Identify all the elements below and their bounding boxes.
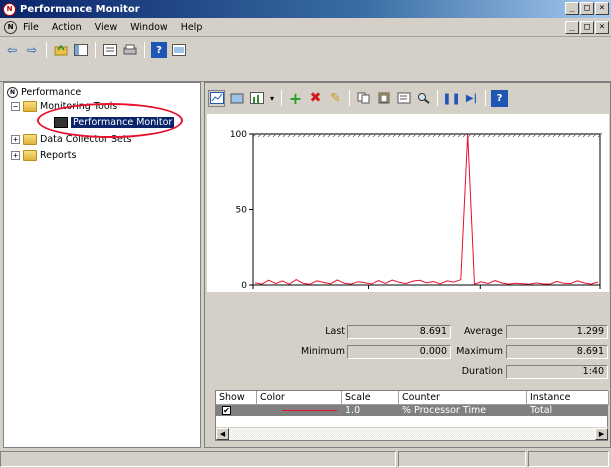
toolbar-separator	[46, 42, 47, 58]
folder-icon	[23, 150, 37, 161]
delete-counter-icon[interactable]: ✖	[307, 90, 324, 107]
tree-item-performance[interactable]: N Performance	[7, 86, 81, 99]
highlight-ellipse	[37, 103, 183, 138]
menu-window[interactable]: Window	[130, 22, 167, 33]
mdi-restore-button[interactable]: □	[580, 21, 594, 34]
toolbar-separator	[281, 90, 282, 106]
toolbar-separator	[485, 90, 486, 106]
print-icon[interactable]	[122, 42, 138, 58]
average-label: Average	[463, 326, 503, 337]
graph-svg: 1005002:59:29 PM3:00:00 PM2:58:50 PM2:59…	[230, 130, 603, 291]
tree-item-reports[interactable]: + Reports	[11, 149, 76, 162]
minimum-value: 0.000	[347, 345, 451, 359]
expand-toggle[interactable]: +	[11, 151, 20, 160]
monitor-pane: ▾ + ✖ ✎ ❚❚ ▶| ? 1005002:59:29 PM3:00:00 …	[204, 82, 611, 448]
status-panel-main	[0, 451, 396, 467]
help-icon[interactable]: ?	[491, 89, 508, 107]
plot-frame	[252, 133, 601, 286]
help-icon[interactable]: ?	[151, 42, 167, 58]
properties-icon[interactable]	[395, 90, 412, 107]
forward-arrow-icon[interactable]: ⇨	[24, 42, 40, 58]
table-row[interactable]: ✔ 1.0 % Processor Time Total	[216, 405, 608, 416]
color-cell	[257, 405, 342, 416]
horizontal-scrollbar[interactable]: ◀ ▶	[216, 427, 608, 440]
histogram-icon[interactable]	[248, 90, 265, 107]
toolbar-separator	[95, 42, 96, 58]
tree-item-label: Performance	[21, 87, 82, 98]
properties-icon[interactable]	[102, 42, 118, 58]
status-panel-middle	[398, 451, 526, 467]
up-folder-icon[interactable]	[53, 42, 69, 58]
column-header-counter[interactable]: Counter	[399, 391, 527, 405]
duration-value: 1:40	[506, 365, 608, 379]
expand-toggle[interactable]: +	[11, 135, 20, 144]
tree-item-label: Reports	[40, 150, 77, 161]
menu-help[interactable]: Help	[181, 22, 203, 33]
toolbar-separator	[144, 42, 145, 58]
close-button[interactable]: ×	[595, 2, 609, 15]
minimize-button[interactable]: _	[565, 2, 579, 15]
mdi-minimize-button[interactable]: _	[565, 21, 579, 34]
column-header-scale[interactable]: Scale	[342, 391, 399, 405]
highlight-icon[interactable]: ✎	[327, 90, 344, 107]
performance-app-icon: N	[3, 2, 16, 16]
column-header-color[interactable]: Color	[257, 391, 342, 405]
instance-cell: Total	[530, 405, 553, 416]
y-tick-label: 50	[236, 206, 248, 216]
change-graph-type-icon[interactable]	[228, 90, 245, 107]
add-counter-icon[interactable]: +	[287, 89, 304, 108]
menu-view[interactable]: View	[95, 22, 118, 33]
restore-button[interactable]: □	[580, 2, 594, 15]
counter-list: Show Color Scale Counter Instance ✔ 1.0 …	[215, 390, 609, 441]
system-menu-icon[interactable]: N	[4, 20, 17, 34]
show-cell: ✔	[216, 405, 257, 416]
back-arrow-icon[interactable]: ⇦	[4, 42, 20, 58]
color-swatch	[282, 410, 337, 411]
status-panel-right	[528, 451, 609, 467]
menu-action[interactable]: Action	[52, 22, 82, 33]
duration-label: Duration	[461, 366, 503, 377]
title-bar: N Performance Monitor _ □ ×	[0, 0, 611, 18]
dropdown-arrow-icon[interactable]: ▾	[268, 90, 276, 107]
show-checkbox[interactable]: ✔	[222, 406, 231, 415]
paste-icon[interactable]	[375, 90, 392, 107]
copy-icon[interactable]	[355, 90, 372, 107]
scroll-left-icon[interactable]: ◀	[216, 428, 229, 440]
counter-cell: % Processor Time	[402, 405, 487, 416]
view-graph-icon[interactable]	[208, 89, 225, 107]
folder-icon	[23, 101, 37, 112]
status-bar	[0, 450, 611, 468]
collapse-toggle[interactable]: −	[11, 102, 20, 111]
window-title: Performance Monitor	[20, 3, 140, 15]
column-header-show[interactable]: Show	[216, 391, 257, 405]
menu-bar: N File Action View Window Help _ □ ×	[0, 18, 611, 37]
console-tree-icon[interactable]	[171, 42, 187, 58]
zoom-icon[interactable]	[415, 90, 432, 107]
folder-icon	[23, 134, 37, 145]
y-tick-label: 0	[241, 281, 247, 291]
last-label: Last	[325, 326, 345, 337]
minimum-label: Minimum	[300, 346, 345, 357]
last-value: 8.691	[347, 325, 451, 339]
freeze-display-icon[interactable]: ❚❚	[442, 90, 460, 107]
maximum-value: 8.691	[506, 345, 608, 359]
average-value: 1.299	[506, 325, 608, 339]
toolbar-separator	[437, 90, 438, 106]
column-header-instance[interactable]: Instance	[527, 391, 609, 405]
scale-cell: 1.0	[345, 405, 361, 416]
performance-icon: N	[7, 87, 18, 98]
menu-file[interactable]: File	[23, 22, 39, 33]
main-toolbar: ⇦ ⇨ ?	[0, 38, 611, 82]
y-tick-label: 100	[230, 130, 247, 140]
toolbar-separator	[349, 90, 350, 106]
maximum-label: Maximum	[456, 346, 503, 357]
update-data-icon[interactable]: ▶|	[463, 90, 480, 107]
show-hide-tree-icon[interactable]	[73, 42, 89, 58]
performance-graph[interactable]: 1005002:59:29 PM3:00:00 PM2:58:50 PM2:59…	[207, 114, 609, 292]
mdi-close-button[interactable]: ×	[595, 21, 609, 34]
scroll-right-icon[interactable]: ▶	[595, 428, 608, 440]
monitor-toolbar: ▾ + ✖ ✎ ❚❚ ▶| ?	[205, 83, 610, 113]
